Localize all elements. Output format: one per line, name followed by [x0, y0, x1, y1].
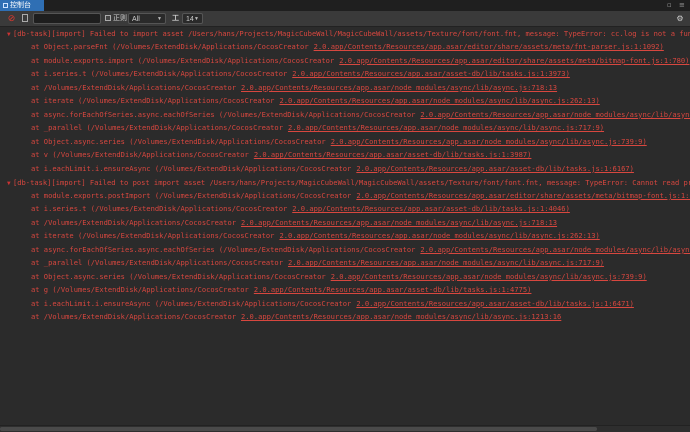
error-log-row[interactable]: ▼ [db-task][import] Failed to post import…	[7, 177, 690, 189]
source-link[interactable]: 2.0.app/Contents/Resources/app.asar/edit…	[339, 56, 689, 65]
source-link[interactable]: 2.0.app/Contents/Resources/app.asar/edit…	[356, 191, 690, 200]
log-text: [db-task][import] Failed to post import …	[13, 177, 690, 187]
source-link[interactable]: 2.0.app/Contents/Resources/app.asar/asse…	[254, 285, 532, 294]
menu-icon[interactable]: ≡	[679, 0, 685, 11]
maximize-icon[interactable]: ▫	[667, 0, 672, 11]
source-link[interactable]: 2.0.app/Contents/Resources/app.asar/asse…	[254, 150, 532, 159]
search-input[interactable]	[33, 13, 101, 24]
source-link[interactable]: 2.0.app/Contents/Resources/app.asar/node…	[288, 123, 604, 132]
log-text: at Object.parseFnt (/Volumes/ExtendDisk/…	[31, 42, 309, 52]
log-text: at Object.async.series (/Volumes/ExtendD…	[31, 271, 326, 281]
stack-trace-row[interactable]: at Object.async.series (/Volumes/ExtendD…	[31, 136, 647, 148]
log-text: at iterate (/Volumes/ExtendDisk/Applicat…	[31, 231, 275, 241]
scrollbar-thumb[interactable]	[0, 427, 597, 431]
log-text: at _parallel (/Volumes/ExtendDisk/Applic…	[31, 123, 283, 133]
source-link[interactable]: 2.0.app/Contents/Resources/app.asar/asse…	[356, 299, 634, 308]
log-text: at async.forEachOfSeries.async.eachOfSer…	[31, 244, 416, 254]
stack-trace-row[interactable]: at i.eachLimit.i.ensureAsync (/Volumes/E…	[31, 163, 634, 175]
log-text: at /Volumes/ExtendDisk/Applications/Coco…	[31, 217, 236, 227]
stack-trace-row[interactable]: at module.exports.import (/Volumes/Exten…	[31, 55, 689, 67]
console-log-list[interactable]: ▼ [db-task][import] Failed to import asse…	[0, 27, 690, 425]
stack-trace-row[interactable]: at async.forEachOfSeries.async.eachOfSer…	[31, 109, 690, 121]
log-text: at i.series.t (/Volumes/ExtendDisk/Appli…	[31, 204, 288, 214]
stack-trace-row[interactable]: at Object.parseFnt (/Volumes/ExtendDisk/…	[31, 41, 664, 53]
stack-trace-row[interactable]: at v (/Volumes/ExtendDisk/Applications/C…	[31, 149, 531, 161]
log-text: at module.exports.import (/Volumes/Exten…	[31, 55, 335, 65]
tab-console[interactable]: 控制台	[0, 0, 44, 11]
console-icon	[3, 2, 8, 8]
log-text: [db-task][import] Failed to import asset…	[13, 29, 690, 38]
stack-trace-row[interactable]: at async.forEachOfSeries.async.eachOfSer…	[31, 244, 690, 256]
log-level-value: All	[132, 16, 140, 23]
panel-titlebar: 控制台 ▫ ≡	[0, 0, 690, 11]
source-link[interactable]: 2.0.app/Contents/Resources/app.asar/asse…	[356, 164, 634, 173]
log-text: at module.exports.postImport (/Volumes/E…	[31, 190, 352, 200]
font-size-select[interactable]: 14 ▼	[182, 13, 203, 24]
log-text: at iterate (/Volumes/ExtendDisk/Applicat…	[31, 96, 275, 106]
clear-icon[interactable]: ⊘	[6, 13, 17, 24]
stack-trace-row[interactable]: at Object.async.series (/Volumes/ExtendD…	[31, 271, 647, 283]
font-size-icon: 工	[172, 15, 179, 22]
stack-trace-row[interactable]: at g (/Volumes/ExtendDisk/Applications/C…	[31, 284, 531, 296]
source-link[interactable]: 2.0.app/Contents/Resources/app.asar/node…	[420, 110, 690, 119]
regex-label: 正则	[113, 15, 127, 22]
chevron-down-icon: ▼	[157, 16, 162, 22]
log-text: at v (/Volumes/ExtendDisk/Applications/C…	[31, 150, 249, 160]
source-link[interactable]: 2.0.app/Contents/Resources/app.asar/node…	[331, 272, 647, 281]
regex-checkbox[interactable]: 正则	[105, 13, 127, 24]
source-link[interactable]: 2.0.app/Contents/Resources/app.asar/node…	[241, 312, 561, 321]
log-text: at Object.async.series (/Volumes/ExtendD…	[31, 136, 326, 146]
source-link[interactable]: 2.0.app/Contents/Resources/app.asar/node…	[241, 218, 557, 227]
log-text: at g (/Volumes/ExtendDisk/Applications/C…	[31, 285, 249, 295]
stack-trace-row[interactable]: at _parallel (/Volumes/ExtendDisk/Applic…	[31, 257, 604, 269]
stack-trace-row[interactable]: at _parallel (/Volumes/ExtendDisk/Applic…	[31, 122, 604, 134]
source-link[interactable]: 2.0.app/Contents/Resources/app.asar/asse…	[292, 204, 570, 213]
source-link[interactable]: 2.0.app/Contents/Resources/app.asar/edit…	[314, 42, 664, 51]
source-link[interactable]: 2.0.app/Contents/Resources/app.asar/node…	[279, 231, 599, 240]
log-text: at /Volumes/ExtendDisk/Applications/Coco…	[31, 312, 236, 321]
stack-trace-row[interactable]: at iterate (/Volumes/ExtendDisk/Applicat…	[31, 95, 600, 107]
gear-icon[interactable]: ⚙	[675, 13, 685, 24]
chevron-down-icon: ▼	[194, 16, 199, 22]
document-icon[interactable]	[20, 13, 30, 24]
checkbox-box[interactable]	[105, 15, 111, 22]
console-toolbar: ⊘ 正则 All ▼ 工 14 ▼ ⚙	[0, 11, 690, 27]
log-text: at /Volumes/ExtendDisk/Applications/Coco…	[31, 82, 236, 92]
error-log-row[interactable]: ▼ [db-task][import] Failed to import asse…	[7, 28, 690, 40]
source-link[interactable]: 2.0.app/Contents/Resources/app.asar/node…	[331, 137, 647, 146]
log-text: at i.eachLimit.i.ensureAsync (/Volumes/E…	[31, 163, 352, 173]
source-link[interactable]: 2.0.app/Contents/Resources/app.asar/node…	[288, 258, 604, 267]
stack-trace-row[interactable]: at i.eachLimit.i.ensureAsync (/Volumes/E…	[31, 298, 634, 310]
log-text: at i.eachLimit.i.ensureAsync (/Volumes/E…	[31, 298, 352, 308]
stack-trace-row[interactable]: at /Volumes/ExtendDisk/Applications/Coco…	[31, 311, 561, 323]
stack-trace-row[interactable]: at /Volumes/ExtendDisk/Applications/Coco…	[31, 217, 557, 229]
stack-trace-row[interactable]: at /Volumes/ExtendDisk/Applications/Coco…	[31, 82, 557, 94]
source-link[interactable]: 2.0.app/Contents/Resources/app.asar/node…	[420, 245, 690, 254]
log-text: at _parallel (/Volumes/ExtendDisk/Applic…	[31, 258, 283, 268]
stack-trace-row[interactable]: at i.series.t (/Volumes/ExtendDisk/Appli…	[31, 203, 570, 215]
stack-trace-row[interactable]: at iterate (/Volumes/ExtendDisk/Applicat…	[31, 230, 600, 242]
stack-trace-row[interactable]: at i.series.t (/Volumes/ExtendDisk/Appli…	[31, 68, 570, 80]
stack-trace-row[interactable]: at module.exports.postImport (/Volumes/E…	[31, 190, 690, 202]
log-text: at i.series.t (/Volumes/ExtendDisk/Appli…	[31, 69, 288, 79]
source-link[interactable]: 2.0.app/Contents/Resources/app.asar/node…	[241, 83, 557, 92]
log-level-select[interactable]: All ▼	[128, 13, 166, 24]
log-text: at async.forEachOfSeries.async.eachOfSer…	[31, 109, 416, 119]
source-link[interactable]: 2.0.app/Contents/Resources/app.asar/asse…	[292, 69, 570, 78]
tab-console-label: 控制台	[10, 2, 31, 9]
source-link[interactable]: 2.0.app/Contents/Resources/app.asar/node…	[279, 96, 599, 105]
font-size-value: 14	[186, 16, 194, 23]
